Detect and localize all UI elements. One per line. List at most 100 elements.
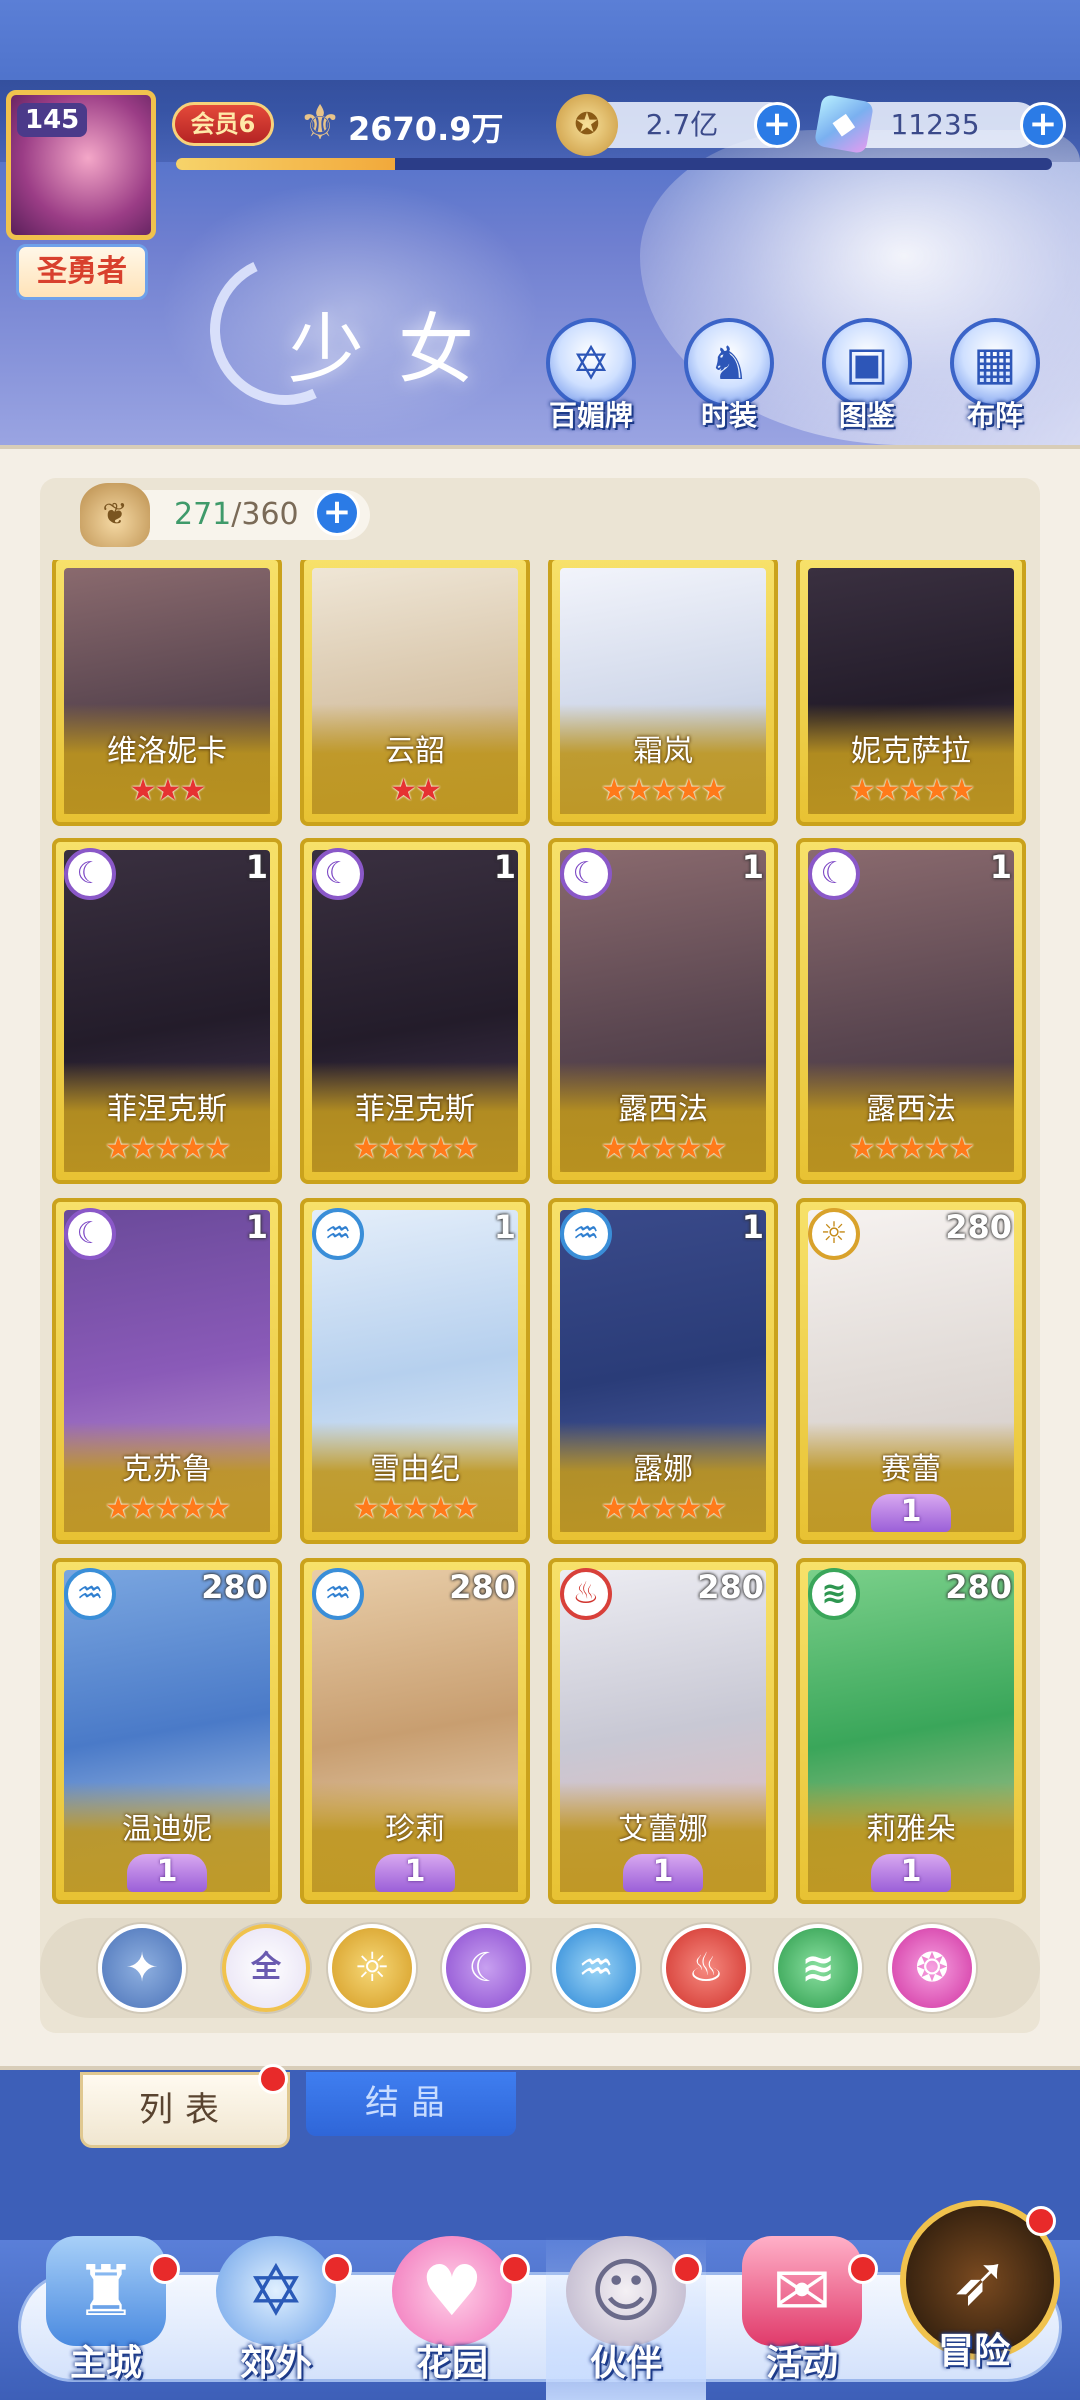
gold-coin-icon: ✪ (556, 94, 618, 156)
character-card[interactable]: ☾ 1 菲涅克斯 ★★★★★ (300, 838, 530, 1184)
filter-charm-button[interactable]: ❂ (888, 1924, 976, 2012)
card-count: 1 (245, 1208, 268, 1246)
light-element-icon: ☼ (808, 1208, 860, 1260)
filter-fire-button[interactable]: ♨ (662, 1924, 750, 2012)
character-card[interactable]: ♒ 1 露娜 ★★★★★ (548, 1198, 778, 1544)
rank-badge: 1 (127, 1854, 207, 1892)
star-rating: ★★★★★ (352, 1491, 479, 1526)
combat-power-value: 2670.9万 (348, 110, 504, 148)
character-card[interactable]: ☾ 1 露西法 ★★★★★ (796, 838, 1026, 1184)
capacity-total: /360 (231, 497, 299, 532)
character-card[interactable]: ♨ 280 艾蕾娜 1 (548, 1558, 778, 1904)
function-label: 时装 (700, 399, 757, 432)
dark-element-icon: ☾ (560, 848, 612, 900)
outskirts-gate-icon: ✡ (216, 2236, 336, 2346)
capacity-bag-icon: ❦ (80, 483, 150, 547)
partner-portrait-icon: ☺ (566, 2236, 686, 2346)
player-avatar[interactable]: 145 (6, 90, 156, 240)
rank-badge: 1 (871, 1494, 951, 1532)
star-rating: ★★★★★ (848, 1131, 975, 1166)
character-name: 温迪妮 (122, 1812, 212, 1847)
character-name: 菲涅克斯 (107, 1092, 227, 1127)
combat-power-icon: ⚜ (298, 95, 342, 151)
water-element-icon: ♒ (64, 1568, 116, 1620)
gem-icon: ◆ (813, 93, 875, 155)
star-rating: ★★ (390, 773, 442, 808)
dark-element-icon: ☾ (808, 848, 860, 900)
nav-label: 伙伴 (589, 2343, 662, 2384)
function-button-2[interactable]: ▣ 图鉴 (812, 318, 922, 438)
character-name: 雪由纪 (370, 1452, 460, 1487)
character-card[interactable]: ☼ 280 赛蕾 1 (796, 1198, 1026, 1544)
character-name: 克苏鲁 (122, 1452, 212, 1487)
filter-light-button[interactable]: ☼ (328, 1924, 416, 2012)
star-rating: ★★★★★ (600, 1491, 727, 1526)
water-element-icon: ♒ (312, 1208, 364, 1260)
dark-element-icon: ☾ (64, 848, 116, 900)
garden-heart-icon: ♥ (392, 2236, 512, 2346)
star-rating: ★★★★★ (104, 1131, 231, 1166)
character-name: 艾蕾娜 (618, 1812, 708, 1847)
character-card[interactable]: ≋ 280 莉雅朵 1 (796, 1558, 1026, 1904)
filter-dark-button[interactable]: ☾ (442, 1924, 530, 2012)
card-count: 280 (449, 1568, 516, 1606)
nav-notification-dot (500, 2254, 530, 2284)
castle-icon: ♜ (46, 2236, 166, 2346)
function-button-0[interactable]: ✡ 百媚牌 (536, 318, 646, 438)
character-name: 霜岚 (633, 734, 693, 769)
exp-progress-fill (176, 158, 395, 170)
nav-notification-dot (848, 2254, 878, 2284)
card-count: 1 (989, 848, 1012, 886)
character-card[interactable]: ☾ 1 克苏鲁 ★★★★★ (52, 1198, 282, 1544)
star-rating: ★★★★★ (848, 773, 975, 808)
list-notification-dot (258, 2064, 288, 2094)
function-label: 百媚牌 (548, 399, 633, 432)
card-count: 1 (741, 1208, 764, 1246)
character-card[interactable]: 妮克萨拉 ★★★★★ (796, 560, 1026, 826)
water-element-icon: ♒ (560, 1208, 612, 1260)
character-card[interactable]: ♒ 1 雪由纪 ★★★★★ (300, 1198, 530, 1544)
expand-capacity-button[interactable]: + (314, 490, 360, 536)
function-button-1[interactable]: ♞ 时装 (674, 318, 784, 438)
character-card[interactable]: 维洛妮卡 ★★★ (52, 560, 282, 826)
character-card[interactable]: 云韶 ★★ (300, 560, 530, 826)
character-grid: 维洛妮卡 ★★★ 云韶 ★★ 霜岚 ★★★★★ 妮克萨拉 ★★★★★ ☾ 1 菲涅克斯 ★★★★★ ☾ 1… (52, 560, 1032, 1905)
character-card[interactable]: ☾ 1 菲涅克斯 ★★★★★ (52, 838, 282, 1184)
filter-rarity-button[interactable]: ✦ (98, 1924, 186, 2012)
capacity-used: 271 (174, 497, 232, 532)
filter-wind-button[interactable]: ≋ (774, 1924, 862, 2012)
nav-notification-dot (672, 2254, 702, 2284)
card-count: 280 (945, 1568, 1012, 1606)
character-name: 珍莉 (385, 1812, 445, 1847)
player-level: 145 (17, 103, 88, 137)
character-card[interactable]: ☾ 1 露西法 ★★★★★ (548, 838, 778, 1184)
character-card[interactable]: ♒ 280 温迪妮 1 (52, 1558, 282, 1904)
character-name: 莉雅朵 (866, 1812, 956, 1847)
vip-badge[interactable]: 会员6 (172, 102, 274, 146)
card-count: 280 (201, 1568, 268, 1606)
function-label: 图鉴 (838, 399, 895, 432)
player-title-badge[interactable]: 圣勇者 (16, 244, 148, 300)
character-name: 露娜 (633, 1452, 693, 1487)
nav-label: 活动 (765, 2343, 838, 2384)
tab-crystal[interactable]: 结晶 (306, 2072, 516, 2136)
character-name: 妮克萨拉 (851, 734, 971, 769)
rank-badge: 1 (871, 1854, 951, 1892)
character-card[interactable]: 霜岚 ★★★★★ (548, 560, 778, 826)
nav-label: 郊外 (239, 2343, 312, 2384)
character-card[interactable]: ♒ 280 珍莉 1 (300, 1558, 530, 1904)
nav-item-adventure[interactable]: 冒险 (938, 2322, 1010, 2374)
filter-all-button[interactable]: 全 (222, 1924, 310, 2012)
rank-badge: 1 (375, 1854, 455, 1892)
add-gem-button[interactable]: + (1020, 102, 1066, 148)
add-gold-button[interactable]: + (754, 102, 800, 148)
filter-water-button[interactable]: ♒ (552, 1924, 640, 2012)
star-rating: ★★★★★ (600, 1131, 727, 1166)
page-title: 少女 (288, 305, 508, 394)
star-rating: ★★★★★ (352, 1131, 479, 1166)
star-rating: ★★★ (129, 773, 207, 808)
character-name: 赛蕾 (881, 1452, 941, 1487)
card-count: 280 (945, 1208, 1012, 1246)
function-button-3[interactable]: ▦ 布阵 (940, 318, 1050, 438)
card-count: 280 (697, 1568, 764, 1606)
